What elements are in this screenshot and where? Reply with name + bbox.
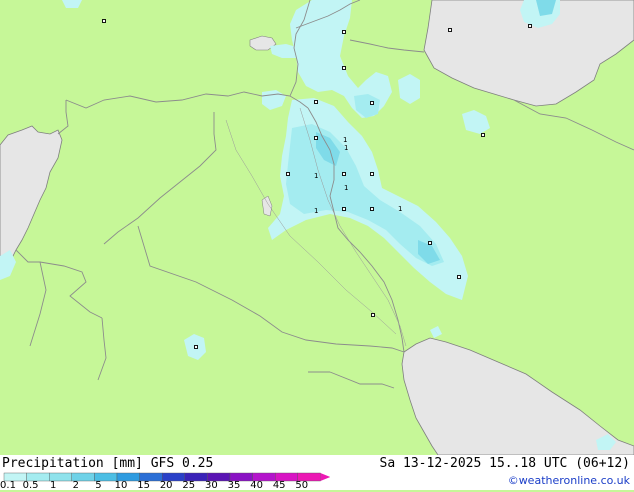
- scale-tick-label: 40: [250, 480, 263, 491]
- city-marker: [448, 28, 452, 32]
- city-marker: [314, 100, 318, 104]
- scale-tick-label: 2: [72, 480, 79, 491]
- city-marker: [428, 241, 432, 245]
- precip-amount-label: 1: [314, 207, 318, 215]
- scale-tick-label: 5: [95, 480, 102, 491]
- precip-amount-label: 1: [344, 144, 348, 152]
- city-marker: [342, 66, 346, 70]
- scale-tick-label: 10: [114, 480, 128, 491]
- scale-tick-label: 35: [227, 480, 241, 491]
- scale-tick-label: 15: [137, 480, 150, 491]
- weather-map-page: 1 1 1 1 1 1 Precipitation [mm] GFS 0.25 …: [0, 0, 634, 492]
- scale-tick-label: 1: [50, 480, 57, 491]
- city-marker: [370, 172, 374, 176]
- city-marker: [371, 313, 375, 317]
- valid-time: Sa 13-12-2025 15..18 UTC (06+12): [379, 456, 630, 471]
- city-marker: [370, 101, 374, 105]
- precipitation-map: 1 1 1 1 1 1: [0, 0, 634, 455]
- scale-tick-label: 0.5: [22, 480, 39, 491]
- city-marker: [102, 19, 106, 23]
- scale-tick-label: 30: [205, 480, 218, 491]
- scale-tick-label: 0.1: [0, 480, 16, 491]
- city-marker: [457, 275, 461, 279]
- precip-scale-ticks: 0.1 0.5 1 2 5 10 15 20 25 30 35 40 45 50: [0, 480, 340, 492]
- scale-tick-label: 20: [159, 480, 173, 491]
- city-marker: [528, 24, 532, 28]
- city-marker: [314, 136, 318, 140]
- scale-tick-label: 25: [182, 480, 196, 491]
- precip-amount-label: 1: [314, 172, 318, 180]
- scale-tick-label: 45: [272, 480, 286, 491]
- city-marker: [342, 30, 346, 34]
- city-marker: [342, 207, 346, 211]
- precip-amount-label: 1: [343, 136, 347, 144]
- precip-amount-label: 1: [344, 184, 348, 192]
- city-marker: [286, 172, 290, 176]
- city-marker: [194, 345, 198, 349]
- credit-link[interactable]: ©weatheronline.co.uk: [508, 474, 630, 487]
- city-marker: [370, 207, 374, 211]
- city-marker: [481, 133, 485, 137]
- city-marker: [342, 172, 346, 176]
- precip-amount-label: 1: [398, 205, 402, 213]
- scale-tick-label: 50: [295, 480, 309, 491]
- map-title: Precipitation [mm] GFS 0.25: [2, 456, 214, 471]
